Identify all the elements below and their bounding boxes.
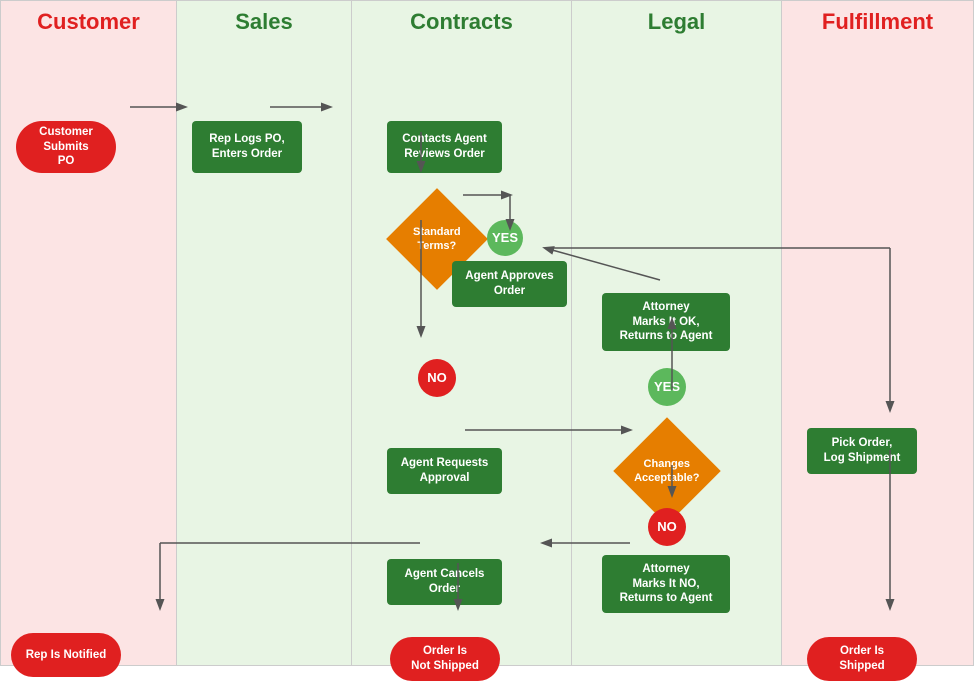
contracts-body: Contacts Agent Reviews Order Standard Te… — [352, 43, 571, 665]
attorney-no-node: Attorney Marks It NO, Returns to Agent — [602, 555, 730, 613]
sales-body: Rep Logs PO, Enters Order — [177, 43, 351, 665]
pick-order-node: Pick Order, Log Shipment — [807, 428, 917, 474]
no-label2: NO — [648, 508, 686, 546]
legal-header: Legal — [572, 1, 781, 43]
rep-logs-node: Rep Logs PO, Enters Order — [192, 121, 302, 173]
customer-body: Customer Submits PO Rep Is Notified — [1, 43, 176, 665]
attorney-ok-node: Attorney Marks It OK, Returns to Agent — [602, 293, 730, 351]
fulfillment-header: Fulfillment — [782, 1, 973, 43]
sales-header: Sales — [177, 1, 351, 43]
order-not-shipped-node: Order Is Not Shipped — [390, 637, 500, 681]
yes-label2: YES — [648, 368, 686, 406]
fulfillment-body: Pick Order, Log Shipment Order Is Shippe… — [782, 43, 973, 665]
customer-submit-node: Customer Submits PO — [16, 121, 116, 173]
rep-notified-node: Rep Is Notified — [11, 633, 121, 677]
lane-customer: Customer Customer Submits PO Rep Is Noti… — [1, 1, 176, 665]
agent-requests-node: Agent Requests Approval — [387, 448, 502, 494]
lane-legal: Legal Attorney Marks It OK, Returns to A… — [571, 1, 781, 665]
customer-header: Customer — [1, 1, 176, 43]
lane-fulfillment: Fulfillment Pick Order, Log Shipment Ord… — [781, 1, 973, 665]
agent-approves-node: Agent Approves Order — [452, 261, 567, 307]
agent-cancels-node: Agent Cancels Order — [387, 559, 502, 605]
legal-body: Attorney Marks It OK, Returns to Agent Y… — [572, 43, 781, 665]
flowchart: Customer Customer Submits PO Rep Is Noti… — [0, 0, 974, 666]
contacts-agent-node: Contacts Agent Reviews Order — [387, 121, 502, 173]
lane-contracts: Contracts Contacts Agent Reviews Order S… — [351, 1, 571, 665]
no-label1: NO — [418, 359, 456, 397]
order-shipped-node: Order Is Shipped — [807, 637, 917, 681]
contracts-header: Contracts — [352, 1, 571, 43]
yes-label1: YES — [487, 220, 523, 256]
lane-sales: Sales Rep Logs PO, Enters Order — [176, 1, 351, 665]
